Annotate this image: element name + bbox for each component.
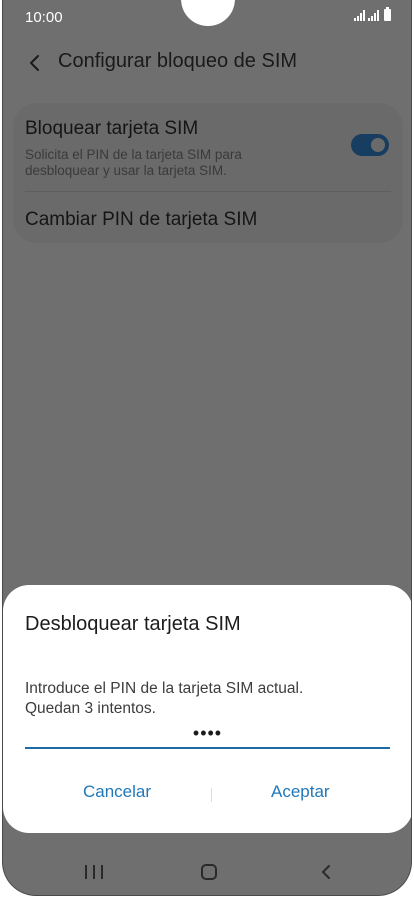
screen: 10:00 Configurar bloqueo de SIM Bloquear… [2,0,412,896]
recent-apps-icon[interactable] [85,865,103,879]
accept-button[interactable]: Aceptar [271,782,330,802]
page-title: Configurar bloqueo de SIM [58,50,298,72]
dialog-message: Introduce el PIN de la tarjeta SIM actua… [25,679,385,719]
lock-sim-description: Solicita el PIN de la tarjeta SIM para d… [25,147,242,178]
camera-notch [181,0,235,26]
signal-icon [354,10,365,21]
status-icons [354,7,391,21]
lock-sim-title[interactable]: Bloquear tarjeta SIM [25,118,198,140]
dialog-message-line1: Introduce el PIN de la tarjeta SIM actua… [25,680,304,697]
settings-card: Bloquear tarjeta SIM Solicita el PIN de … [13,103,403,243]
dialog-title: Desbloquear tarjeta SIM [25,613,241,635]
button-separator [211,788,212,802]
divider [25,191,391,192]
app-bar: Configurar bloqueo de SIM [3,40,411,84]
phone-frame: 10:00 Configurar bloqueo de SIM Bloquear… [0,0,414,897]
chevron-left-icon[interactable] [23,51,47,75]
lock-sim-toggle[interactable] [351,134,389,156]
battery-icon [384,7,391,21]
pin-input[interactable]: •••• [25,719,390,749]
dialog-message-line2: Quedan 3 intentos. [25,700,156,717]
status-bar: 10:00 [3,0,411,34]
unlock-sim-dialog: Desbloquear tarjeta SIM Introduce el PIN… [3,585,411,833]
status-time: 10:00 [25,9,63,26]
navigation-bar [3,845,411,893]
signal-icon [368,10,379,21]
change-pin-item[interactable]: Cambiar PIN de tarjeta SIM [25,209,257,231]
home-icon[interactable] [201,864,217,880]
toggle-knob [369,136,387,154]
cancel-button[interactable]: Cancelar [83,782,151,802]
back-icon[interactable] [316,862,336,882]
